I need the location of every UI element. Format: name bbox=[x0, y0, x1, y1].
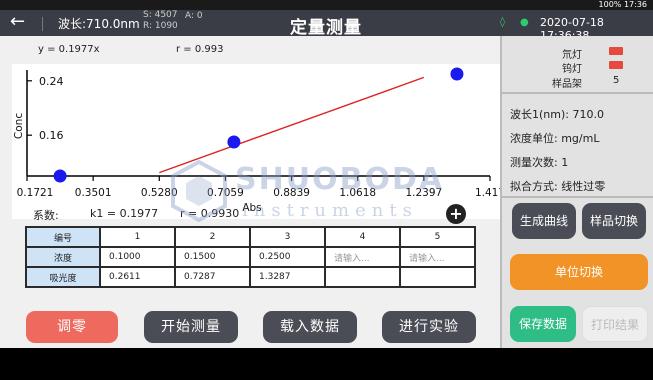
battery-level: 100% bbox=[598, 0, 622, 9]
divider bbox=[42, 17, 43, 31]
table-cell: 5 bbox=[399, 226, 476, 248]
conc-input[interactable]: 0.1500 bbox=[174, 246, 251, 268]
status-bar: 100% 17:36 bbox=[0, 0, 653, 10]
info-count: 测量次数: 1 bbox=[510, 156, 569, 169]
save-data-button[interactable]: 保存数据 bbox=[510, 306, 576, 342]
fit-r: r = 0.993 bbox=[176, 44, 224, 55]
wifi-icon: ◊ bbox=[500, 17, 505, 28]
fit-equation: y = 0.1977x bbox=[38, 44, 100, 55]
formula-row: y = 0.1977x r = 0.993 bbox=[38, 44, 223, 55]
conc-input[interactable]: 请输入... bbox=[399, 246, 476, 268]
x-tick-label: 1.0618 bbox=[339, 187, 376, 199]
wavelength-readout: 波长:710.0nm bbox=[58, 17, 140, 31]
signal-readout: S: 4507 R: 1090 bbox=[143, 10, 178, 32]
y-tick-label: 0.16 bbox=[39, 129, 64, 142]
table-row: 编号 1 2 3 4 5 bbox=[25, 226, 476, 248]
table-cell: 4 bbox=[324, 226, 401, 248]
x-tick-label: 0.5280 bbox=[141, 187, 178, 199]
sample-rack-label: 样品架 bbox=[552, 79, 582, 90]
status-time: 17:36 bbox=[623, 0, 647, 9]
abs-cell: 0.2611 bbox=[99, 266, 176, 288]
abs-cell bbox=[324, 266, 401, 288]
row-header-id: 编号 bbox=[25, 226, 101, 248]
main-panel: y = 0.1977x r = 0.993 0.1721 0.3501 0.5280… bbox=[0, 36, 500, 348]
x-tick-label: 1.417 bbox=[475, 187, 500, 199]
table-row: 浓度 0.1000 0.1500 0.2500 请输入... 请输入... bbox=[25, 246, 476, 268]
zero-button[interactable]: 调零 bbox=[26, 311, 118, 343]
data-table: 编号 1 2 3 4 5 浓度 0.1000 0.1500 0.2500 请输入… bbox=[25, 226, 476, 288]
row-header-abs: 吸光度 bbox=[25, 266, 101, 288]
page-title: 定量测量 bbox=[290, 18, 362, 38]
status-battery-time: 100% 17:36 bbox=[599, 0, 647, 10]
title-bar: ← 波长:710.0nm S: 4507 R: 1090 A: 0 定量测量 ◊… bbox=[0, 10, 653, 42]
x-tick-label: 1.2397 bbox=[405, 187, 442, 199]
deuterium-lamp-label: 氘灯 bbox=[562, 50, 582, 61]
chart-svg: 0.1721 0.3501 0.5280 0.7059 0.8839 1.0618 1.23… bbox=[13, 67, 500, 214]
conc-input[interactable]: 0.1000 bbox=[99, 246, 176, 268]
divider bbox=[502, 196, 653, 198]
switch-unit-button[interactable]: 单位切换 bbox=[510, 254, 648, 290]
row-header-conc: 浓度 bbox=[25, 246, 101, 268]
x-tick-label: 0.3501 bbox=[75, 187, 112, 199]
table-cell: 1 bbox=[99, 226, 176, 248]
coefficient-r: r = 0.9930 bbox=[180, 207, 240, 220]
switch-sample-button[interactable]: 样品切换 bbox=[582, 203, 646, 239]
x-tick-label: 0.8839 bbox=[273, 187, 310, 199]
connection-dot-icon: ● bbox=[520, 17, 529, 28]
data-point bbox=[450, 67, 464, 81]
coefficient-k1: k1 = 0.1977 bbox=[90, 207, 159, 220]
lamp-status-icon bbox=[609, 47, 623, 55]
table-cell: 3 bbox=[249, 226, 326, 248]
info-fit: 拟合方式: 线性过零 bbox=[510, 180, 606, 193]
info-unit: 浓度单位: mg/mL bbox=[510, 132, 600, 145]
data-point bbox=[227, 135, 241, 149]
tungsten-lamp-label: 钨灯 bbox=[562, 64, 582, 75]
conc-input[interactable]: 0.2500 bbox=[249, 246, 326, 268]
table-row: 吸光度 0.2611 0.7287 1.3287 bbox=[25, 266, 476, 288]
start-measure-button[interactable]: 开始测量 bbox=[144, 311, 238, 343]
back-arrow-icon[interactable]: ← bbox=[10, 12, 25, 32]
x-tick-label: 0.7059 bbox=[207, 187, 244, 199]
bottom-bar bbox=[0, 348, 653, 380]
divider bbox=[502, 92, 653, 94]
s-value: S: 4507 bbox=[143, 10, 178, 20]
coefficient-label: 系数: bbox=[33, 209, 59, 222]
generate-curve-button[interactable]: 生成曲线 bbox=[512, 203, 576, 239]
y-tick-label: 0.24 bbox=[39, 75, 64, 88]
y-axis-label: Conc bbox=[13, 113, 25, 139]
lamp-status-icon bbox=[609, 61, 623, 69]
fit-line bbox=[159, 76, 425, 174]
a-value: A: 0 bbox=[185, 11, 203, 21]
abs-cell bbox=[399, 266, 476, 288]
abs-cell: 0.7287 bbox=[174, 266, 251, 288]
r-value: R: 1090 bbox=[143, 21, 178, 31]
table-cell: 2 bbox=[174, 226, 251, 248]
sidebar: 氘灯 钨灯 样品架 5 波长1(nm): 710.0 浓度单位: mg/mL 测… bbox=[500, 36, 653, 348]
sample-rack-value: 5 bbox=[613, 75, 620, 86]
abs-cell: 1.3287 bbox=[249, 266, 326, 288]
add-point-button[interactable]: + bbox=[446, 204, 466, 224]
coefficient-row: 系数: k1 = 0.1977 r = 0.9930 + bbox=[0, 204, 500, 224]
info-wavelength: 波长1(nm): 710.0 bbox=[510, 108, 604, 121]
calibration-chart: 0.1721 0.3501 0.5280 0.7059 0.8839 1.0618 1.23… bbox=[12, 64, 500, 219]
print-result-button[interactable]: 打印结果 bbox=[582, 306, 648, 342]
run-experiment-button[interactable]: 进行实验 bbox=[382, 311, 476, 343]
x-tick-label: 0.1721 bbox=[17, 187, 54, 199]
load-data-button[interactable]: 载入数据 bbox=[263, 311, 357, 343]
data-point bbox=[53, 169, 67, 183]
conc-input[interactable]: 请输入... bbox=[324, 246, 401, 268]
